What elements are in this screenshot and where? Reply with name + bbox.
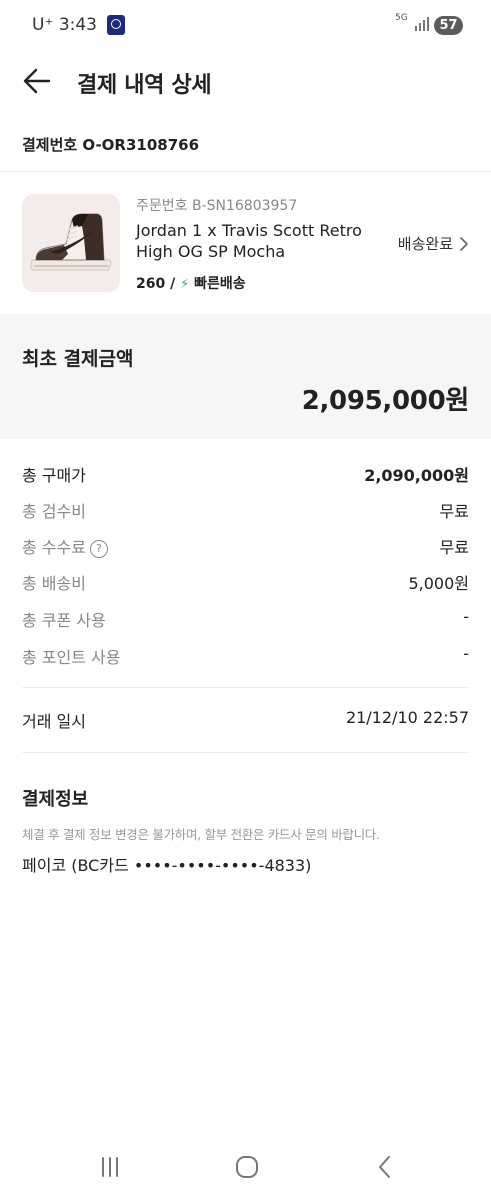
shipping-type: 빠른배송 <box>194 276 246 292</box>
payment-info-title: 결제정보 <box>22 789 89 810</box>
status-bar: U⁺ 3:43 5G 57 <box>0 0 491 52</box>
header: 결제 내역 상세 <box>0 52 491 112</box>
divider <box>22 687 469 688</box>
page-title: 결제 내역 상세 <box>77 73 212 98</box>
order-number: 주문번호 B-SN16803957 <box>136 198 298 214</box>
product-image <box>22 194 120 292</box>
row-label-wrap: 총 수수료? <box>22 534 108 558</box>
trade-date-value: 21/12/10 22:57 <box>345 708 469 727</box>
home-icon[interactable] <box>232 1152 262 1182</box>
payment-number: 결제번호 O-OR3108766 <box>22 136 200 154</box>
row-value: 무료 <box>439 538 469 557</box>
size-shipping: 260 / ⚡ 빠른배송 <box>136 273 246 293</box>
chevron-right-icon <box>460 236 468 251</box>
row-inspection-fee: 총 검수비 무료 <box>22 498 469 522</box>
row-trade-date: 거래 일시 21/12/10 22:57 <box>22 708 469 732</box>
row-label: 총 쿠폰 사용 <box>22 611 106 630</box>
row-coupon: 총 쿠폰 사용 - <box>22 607 469 631</box>
back-icon[interactable] <box>370 1152 400 1182</box>
row-value: 무료 <box>439 502 469 521</box>
row-label: 총 배송비 <box>22 574 86 593</box>
recent-apps-icon[interactable] <box>95 1152 125 1182</box>
initial-payment-box: 최초 결제금액 2,095,000원 <box>0 314 491 439</box>
help-icon[interactable]: ? <box>89 540 108 558</box>
row-label: 총 수수료 <box>22 538 86 557</box>
sneaker-image <box>30 213 112 271</box>
status-time: U⁺ 3:43 <box>32 15 97 35</box>
row-value: 2,090,000원 <box>364 466 469 485</box>
signal-icon <box>415 17 429 31</box>
row-label: 총 포인트 사용 <box>22 648 121 667</box>
divider <box>22 752 469 753</box>
app-notification-icon <box>107 15 125 35</box>
product-size: 260 / <box>136 276 176 292</box>
lightning-icon: ⚡ <box>180 277 190 292</box>
row-value: - <box>463 644 469 663</box>
row-points: 총 포인트 사용 - <box>22 644 469 668</box>
delivery-status: 배송완료 <box>397 235 453 253</box>
row-label: 총 구매가 <box>22 466 86 485</box>
payment-info-note: 체결 후 결제 정보 변경은 불가하며, 할부 전환은 카드사 문의 바랍니다. <box>22 827 380 842</box>
row-label: 총 검수비 <box>22 502 86 521</box>
divider <box>0 171 491 172</box>
initial-payment-label: 최초 결제금액 <box>22 348 134 370</box>
network-indicator: 5G <box>395 13 408 23</box>
trade-date-label: 거래 일시 <box>22 712 86 731</box>
row-value: - <box>463 607 469 626</box>
row-shipping-fee: 총 배송비 5,000원 <box>22 570 469 594</box>
initial-payment-amount: 2,095,000원 <box>301 386 470 416</box>
delivery-status-link[interactable]: 배송완료 <box>398 233 469 254</box>
back-arrow-icon[interactable] <box>22 66 52 96</box>
battery-icon: 57 <box>434 16 463 35</box>
row-commission: 총 수수료? 무료 <box>22 534 469 558</box>
product-name: Jordan 1 x Travis Scott Retro High OG SP… <box>136 221 362 261</box>
payment-method: 페이코 (BC카드 ••••-••••-••••-4833) <box>22 856 312 875</box>
row-value: 5,000원 <box>408 574 469 593</box>
row-total-price: 총 구매가 2,090,000원 <box>22 462 469 486</box>
system-nav-bar <box>0 1140 491 1200</box>
